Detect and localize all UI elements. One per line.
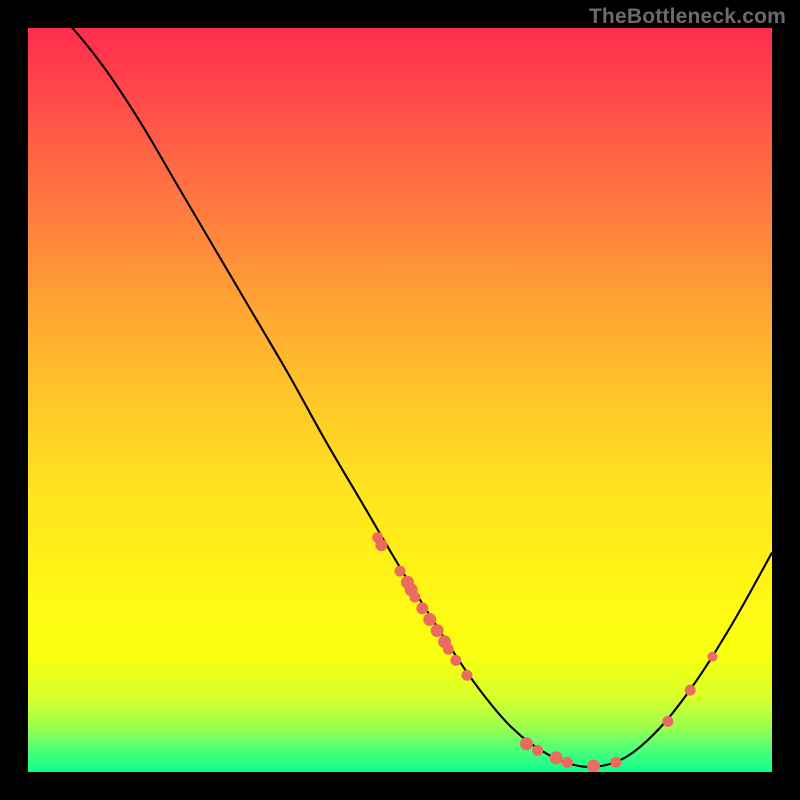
watermark-label: TheBottleneck.com	[589, 5, 786, 29]
scatter-dot	[410, 592, 420, 602]
scatter-dot	[395, 566, 405, 576]
chart-frame: TheBottleneck.com	[0, 0, 800, 800]
scatter-dot	[431, 625, 443, 637]
scatter-dot	[562, 757, 572, 767]
scatter-dot	[451, 655, 461, 665]
chart-svg	[28, 28, 772, 772]
scatter-dot	[520, 738, 532, 750]
scatter-dot	[533, 745, 543, 755]
scatter-dots	[373, 533, 717, 772]
scatter-dot	[685, 685, 695, 695]
scatter-dot	[587, 760, 599, 772]
scatter-dot	[424, 613, 436, 625]
scatter-dot	[443, 644, 453, 654]
scatter-dot	[708, 652, 717, 661]
bottleneck-curve	[28, 28, 772, 767]
scatter-dot	[376, 540, 387, 551]
scatter-dot	[462, 670, 472, 680]
plot-area	[28, 28, 772, 772]
scatter-dot	[663, 716, 673, 726]
scatter-dot	[611, 757, 621, 767]
scatter-dot	[550, 752, 562, 764]
scatter-dot	[417, 603, 428, 614]
